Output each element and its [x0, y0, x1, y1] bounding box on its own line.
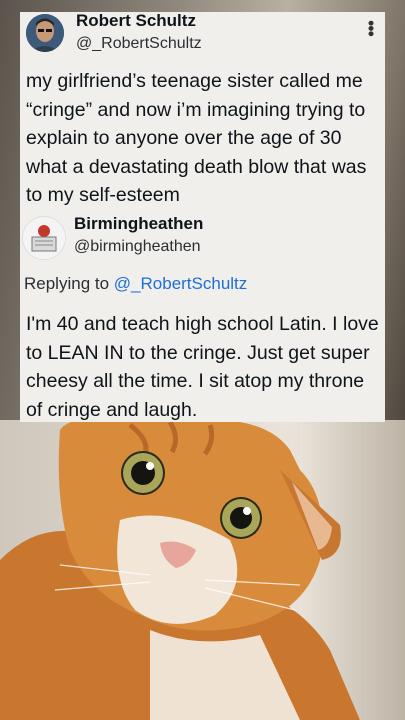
reply-author-name[interactable]: Birmingheathen: [74, 214, 203, 234]
birmingheathen-avatar[interactable]: [22, 216, 66, 260]
replying-to-label: Replying to: [24, 274, 110, 293]
tweet-screenshot-card: Robert Schultz @_RobertSchultz ••• my gi…: [20, 11, 385, 422]
replying-to-line: Replying to @_RobertSchultz: [24, 274, 247, 294]
more-vertical-icon[interactable]: •••: [360, 20, 381, 36]
tweet-author-name[interactable]: Robert Schultz: [76, 11, 196, 31]
tweet-author-handle[interactable]: @_RobertSchultz: [76, 35, 202, 53]
orange-cat-photo: [0, 410, 360, 720]
reply-author-handle[interactable]: @birmingheathen: [74, 238, 201, 256]
tweet-text: my girlfriend’s teenage sister called me…: [26, 70, 367, 206]
robert-schultz-avatar[interactable]: [26, 14, 64, 52]
reply-text: I'm 40 and teach high school Latin. I lo…: [26, 313, 379, 421]
replying-to-mention-link[interactable]: @_RobertSchultz: [114, 274, 248, 293]
